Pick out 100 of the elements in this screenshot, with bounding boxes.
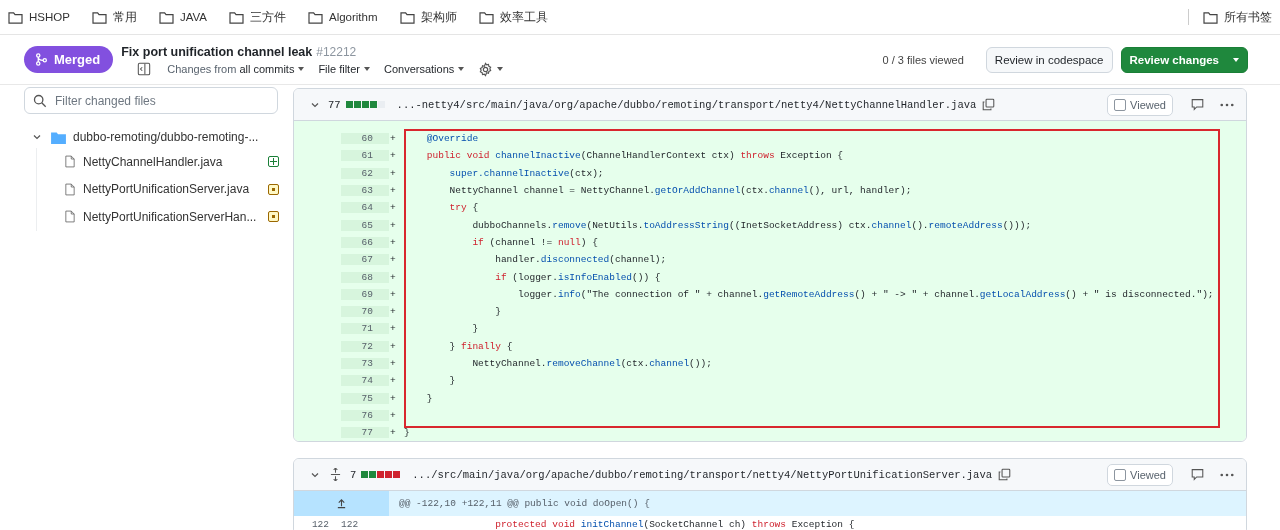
new-line-number: 122 <box>341 519 359 530</box>
changed-lines-count: 77 <box>328 98 341 111</box>
bookmark-folder[interactable]: JAVA <box>158 10 207 24</box>
viewed-checkbox[interactable]: Viewed <box>1107 93 1173 116</box>
code-line: NettyChannel.removeChannel(ctx.channel()); <box>471 358 712 369</box>
added-line-marker: + <box>390 271 396 283</box>
added-line-marker: + <box>390 323 396 335</box>
new-line-number: 68 <box>361 271 373 283</box>
viewed-checkbox[interactable]: Viewed <box>1107 463 1173 486</box>
new-line-number: 71 <box>361 323 373 335</box>
new-line-number: 63 <box>361 185 373 197</box>
folder-icon <box>51 130 66 144</box>
code-line: @Override <box>425 133 479 145</box>
sidebar-toggle-icon[interactable] <box>137 62 152 76</box>
files-viewed-count: 0 / 3 files viewed <box>882 53 964 66</box>
new-line-number: 60 <box>361 133 373 145</box>
review-changes-button[interactable]: Review changes <box>1120 46 1248 73</box>
new-line-number: 77 <box>361 427 373 439</box>
filter-files-field[interactable]: Filter changed files <box>24 87 278 114</box>
added-line-marker: + <box>390 167 396 179</box>
code-line: } <box>425 392 433 404</box>
file-name[interactable]: NettyChannelHandler.java <box>83 154 268 169</box>
code-line: } finally { <box>448 340 513 352</box>
chevron-icon[interactable] <box>32 132 42 142</box>
all-bookmarks-folder[interactable]: 所有书签 <box>1203 9 1272 25</box>
copy-icon[interactable] <box>982 98 996 111</box>
old-line-number: 122 <box>311 519 329 530</box>
conversations-dropdown[interactable]: Conversations <box>379 63 469 75</box>
file-path[interactable]: .../src/main/java/org/apache/dubbo/remoting/transport/netty4/NettyPortUnificationServer.java <box>412 468 992 481</box>
file-icon <box>65 182 75 196</box>
bookmark-folder[interactable]: 常用 <box>91 9 137 25</box>
new-line-number: 72 <box>361 340 373 352</box>
merge-icon <box>35 53 48 66</box>
new-line-number: 70 <box>361 306 373 318</box>
pr-title: Fix port unification channel leak <box>121 44 313 59</box>
bookmark-folder[interactable]: HSHOP <box>8 10 70 24</box>
code-line: } <box>494 306 501 318</box>
changed-lines-count: 7 <box>350 468 357 481</box>
bookmark-folder[interactable]: 架构师 <box>399 9 457 25</box>
new-line-number: 67 <box>361 254 373 266</box>
new-line-number: 76 <box>361 409 373 421</box>
directory-name[interactable]: dubbo-remoting/dubbo-remoting-... <box>73 130 259 144</box>
added-line-marker: + <box>390 375 396 387</box>
code-line: handler.disconnected(channel); <box>494 254 667 266</box>
file-filter-dropdown[interactable]: File filter <box>314 63 374 75</box>
folder-icon <box>307 10 323 24</box>
bookmark-folder[interactable]: 三方件 <box>228 9 286 25</box>
more-options-icon[interactable] <box>1220 102 1234 107</box>
added-line-marker: + <box>390 254 396 266</box>
new-line-number: 64 <box>361 202 373 214</box>
code-line: if (logger.isInfoEnabled()) { <box>494 271 661 283</box>
added-line-marker: + <box>390 358 396 369</box>
bookmark-folder[interactable]: Algorithm <box>307 10 378 24</box>
folder-icon <box>158 10 174 24</box>
folder-icon <box>399 10 415 24</box>
code-line: logger.info("The connection of " + channel.getRemoteAddress() + " -> " + channel.getLocalAddress() + " is disconnected."); <box>517 288 1214 300</box>
added-line-marker: + <box>390 236 396 248</box>
changes-from-dropdown[interactable]: Changes from all commits <box>163 63 309 75</box>
copy-icon[interactable] <box>998 468 1011 482</box>
file-icon <box>65 210 75 224</box>
folder-icon <box>8 10 23 24</box>
code-line: } <box>471 323 479 335</box>
file-icon <box>65 155 75 169</box>
new-line-number: 61 <box>361 150 373 162</box>
folder-icon <box>478 10 494 24</box>
hunk-header: @@ -122,10 +122,11 @@ public void doOpen() { <box>399 498 650 510</box>
added-line-marker: + <box>390 427 396 439</box>
comment-icon[interactable] <box>1191 468 1204 482</box>
added-line-marker: + <box>390 202 396 214</box>
new-line-number: 66 <box>361 236 373 248</box>
review-in-codespace-button[interactable]: Review in codespace <box>985 46 1113 73</box>
new-line-number: 73 <box>361 358 373 369</box>
added-line-marker: + <box>390 133 396 145</box>
folder-icon <box>1203 10 1218 24</box>
file-path[interactable]: ...-netty4/src/main/java/org/apache/dubbo/remoting/transport/netty4/NettyChannelHandler.java <box>396 98 977 111</box>
bookmark-folder[interactable]: 效率工具 <box>478 9 548 25</box>
added-line-marker: + <box>390 219 396 231</box>
search-icon <box>33 93 47 108</box>
new-line-number: 65 <box>361 219 373 231</box>
code-line: } <box>448 375 456 387</box>
folder-icon <box>228 10 244 24</box>
code-line: } <box>404 427 410 439</box>
file-name[interactable]: NettyPortUnificationServerHan... <box>83 209 268 224</box>
new-line-number: 69 <box>361 288 373 300</box>
code-line: try { <box>448 202 479 214</box>
comment-icon[interactable] <box>1191 98 1204 111</box>
expand-all-icon[interactable] <box>330 468 341 482</box>
code-line: NettyChannel channel = NettyChannel.getOrAddChannel(ctx.channel(), url, handler); <box>448 185 912 197</box>
more-options-icon[interactable] <box>1220 472 1234 477</box>
added-line-marker: + <box>390 340 396 352</box>
merged-state-badge: Merged <box>24 46 114 73</box>
code-line: super.channelInactive(ctx); <box>448 167 604 179</box>
added-line-marker: + <box>390 150 396 162</box>
new-line-number: 75 <box>361 392 373 404</box>
code-line: if (channel != null) { <box>471 236 598 248</box>
folder-icon <box>91 10 107 24</box>
added-line-marker: + <box>390 409 396 421</box>
code-line: protected void initChannel(SocketChannel ch) throws Exception { <box>494 519 855 530</box>
expand-up-icon <box>336 498 347 510</box>
file-name[interactable]: NettyPortUnificationServer.java <box>83 182 268 197</box>
